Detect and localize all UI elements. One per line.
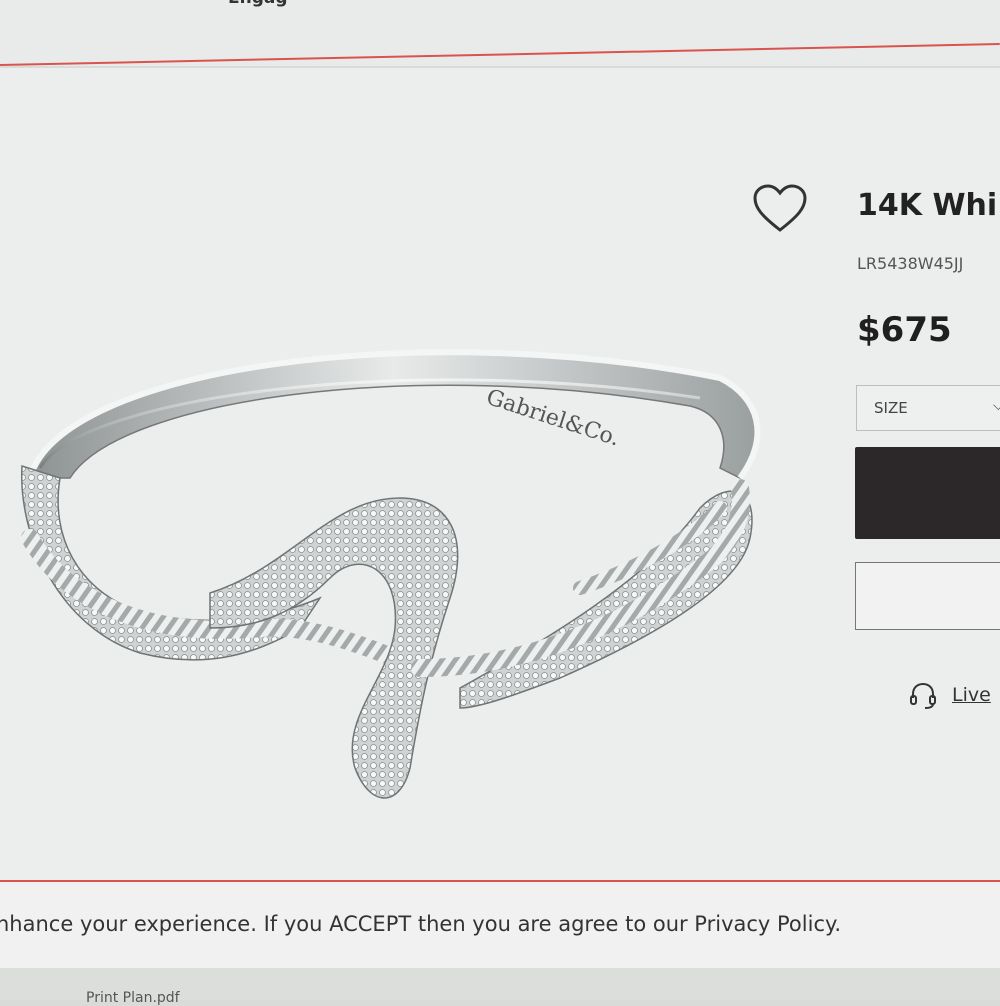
top-nav: Engag (0, 0, 1000, 66)
size-label: SIZE (874, 399, 908, 417)
cookie-banner: nhance your experience. If you ACCEPT th… (0, 882, 1000, 968)
live-chat-link[interactable]: Live (908, 680, 991, 710)
product-title: 14K Whi (857, 188, 998, 223)
product-detail: Gabriel&Co. 14K Whi LR5438W45JJ $675 SIZ… (0, 68, 1000, 880)
headset-icon (910, 682, 936, 709)
size-select[interactable]: SIZE ⌵ (856, 385, 1000, 431)
product-price: $675 (857, 310, 952, 350)
chevron-down-icon: ⌵ (993, 398, 1000, 414)
add-to-cart-button[interactable] (855, 447, 1000, 539)
nav-link-engagement[interactable]: Engag (228, 0, 288, 8)
secondary-action-button[interactable] (855, 562, 1000, 630)
engraving-text: Gabriel&Co. (483, 385, 623, 452)
heart-icon[interactable] (752, 184, 808, 234)
print-plan-link[interactable]: Print Plan.pdf (86, 990, 180, 1006)
cookie-text: nhance your experience. If you ACCEPT th… (0, 912, 842, 936)
live-chat-label: Live (952, 684, 991, 706)
bottom-strip: Print Plan.pdf (0, 968, 1000, 1006)
product-sku: LR5438W45JJ (857, 254, 964, 273)
product-image: Gabriel&Co. (21, 349, 761, 799)
